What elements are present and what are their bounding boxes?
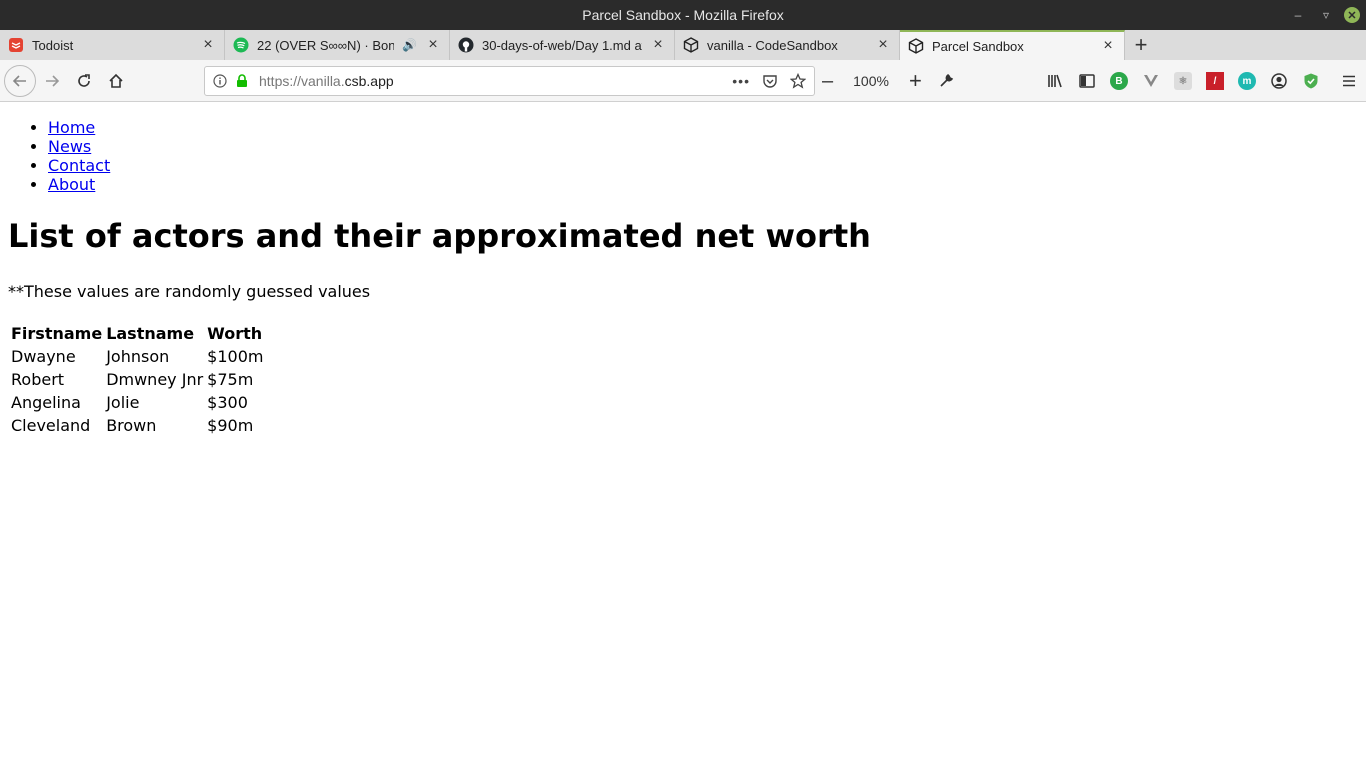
column-header-worth: Worth — [207, 324, 263, 343]
home-button[interactable] — [100, 65, 132, 97]
column-header-lastname: Lastname — [106, 324, 195, 343]
close-window-icon[interactable]: ✕ — [1344, 7, 1360, 23]
lock-icon — [237, 74, 247, 87]
nav-link-home[interactable]: Home — [48, 118, 95, 137]
extension-vue-icon[interactable] — [1142, 72, 1160, 90]
table-row: Dwayne Johnson $100m — [10, 346, 264, 367]
tab-title: Parcel Sandbox — [932, 38, 1024, 54]
url-text[interactable]: https://vanilla.csb.app — [259, 73, 732, 89]
tab-github[interactable]: 30-days-of-web/Day 1.md at master × — [450, 30, 675, 60]
nav-link-contact[interactable]: Contact — [48, 156, 110, 175]
wrench-icon[interactable] — [938, 73, 954, 89]
disclaimer-note: **These values are randomly guessed valu… — [8, 282, 371, 301]
cell-lastname: Jolie — [106, 393, 140, 412]
close-tab-icon[interactable]: × — [425, 37, 441, 53]
table-header-row: Firstname Lastname Worth — [10, 323, 264, 344]
cell-firstname: Angelina — [11, 393, 81, 412]
close-tab-icon[interactable]: × — [650, 37, 666, 53]
cell-firstname: Dwayne — [11, 347, 76, 366]
github-icon — [458, 37, 474, 53]
reload-button[interactable] — [68, 65, 100, 97]
tab-title: vanilla - CodeSandbox — [707, 37, 838, 53]
reload-icon — [78, 73, 90, 87]
cell-worth: $90m — [207, 416, 254, 435]
cell-worth: $300 — [207, 393, 248, 412]
tab-todoist[interactable]: Todoist × — [0, 30, 225, 60]
tab-spotify[interactable]: 22 (OVER S∞∞N) · Bon Iver 🔊 × — [225, 30, 450, 60]
window-controls: – ▿ ✕ — [1288, 5, 1360, 25]
zoom-in-icon[interactable]: + — [909, 68, 922, 94]
restore-icon[interactable]: ▿ — [1316, 5, 1336, 25]
table-row: Cleveland Brown $90m — [10, 415, 264, 436]
minimize-icon[interactable]: – — [1288, 5, 1308, 25]
toolbar-right: B ⚛ / m — [1046, 66, 1358, 96]
bookmark-star-icon[interactable] — [790, 73, 806, 89]
cell-worth: $100m — [207, 347, 264, 366]
home-icon — [109, 73, 123, 88]
window-title: Parcel Sandbox - Mozilla Firefox — [582, 7, 784, 23]
url-actions: ••• — [732, 73, 806, 89]
nav-item-about: About — [48, 175, 1358, 194]
nav-item-news: News — [48, 137, 1358, 156]
close-tab-icon[interactable]: × — [1100, 38, 1116, 54]
cell-lastname: Brown — [106, 416, 157, 435]
library-icon[interactable] — [1046, 72, 1064, 90]
page-heading: List of actors and their approximated ne… — [8, 217, 871, 255]
close-tab-icon[interactable]: × — [875, 37, 891, 53]
zoom-out-icon[interactable]: – — [822, 70, 833, 93]
cell-lastname: Dmwney Jnr — [106, 370, 204, 389]
url-bar[interactable]: https://vanilla.csb.app ••• — [204, 66, 815, 96]
extension-notes-icon[interactable]: / — [1206, 72, 1224, 90]
back-button[interactable] — [4, 64, 36, 97]
forward-button[interactable] — [36, 65, 68, 97]
new-tab-button[interactable]: + — [1125, 30, 1157, 60]
sidebar-icon[interactable] — [1078, 72, 1096, 90]
todoist-icon — [8, 37, 24, 53]
cell-worth: $75m — [207, 370, 254, 389]
speaker-icon[interactable]: 🔊 — [402, 38, 417, 52]
spotify-icon — [233, 37, 249, 53]
navigation-toolbar: https://vanilla.csb.app ••• – 100% + B ⚛… — [0, 60, 1366, 102]
forward-arrow-icon — [46, 74, 60, 87]
pocket-icon[interactable] — [762, 73, 778, 89]
info-icon[interactable] — [213, 74, 227, 88]
page-actions-icon[interactable]: ••• — [732, 73, 750, 89]
extension-m-icon[interactable]: m — [1238, 72, 1256, 90]
table-row: Robert Dmwney Jnr $75m — [10, 369, 264, 390]
window-titlebar: Parcel Sandbox - Mozilla Firefox – ▿ ✕ — [0, 0, 1366, 30]
tab-title: 30-days-of-web/Day 1.md at master — [482, 37, 642, 53]
actors-table: Firstname Lastname Worth Dwayne Johnson … — [8, 321, 266, 438]
tab-strip: Todoist × 22 (OVER S∞∞N) · Bon Iver 🔊 × … — [0, 30, 1366, 60]
tab-parcel-sandbox[interactable]: Parcel Sandbox × — [900, 30, 1125, 60]
menu-icon[interactable] — [1340, 72, 1358, 90]
extension-grammar-icon[interactable]: B — [1110, 72, 1128, 90]
nav-link-news[interactable]: News — [48, 137, 91, 156]
url-prefix: https://vanilla. — [259, 73, 345, 89]
tab-title: 22 (OVER S∞∞N) · Bon Iver — [257, 37, 395, 53]
close-tab-icon[interactable]: × — [200, 37, 216, 53]
tab-codesandbox[interactable]: vanilla - CodeSandbox × — [675, 30, 900, 60]
account-icon[interactable] — [1270, 72, 1288, 90]
cell-firstname: Cleveland — [11, 416, 91, 435]
back-arrow-icon — [12, 74, 26, 87]
zoom-level[interactable]: 100% — [853, 73, 889, 89]
extension-react-icon[interactable]: ⚛ — [1174, 72, 1192, 90]
url-host: csb.app — [344, 73, 394, 89]
shield-icon[interactable] — [1302, 72, 1320, 90]
nav-item-home: Home — [48, 118, 1358, 137]
cell-lastname: Johnson — [106, 347, 170, 366]
nav-link-about[interactable]: About — [48, 175, 95, 194]
tab-title: Todoist — [32, 37, 74, 53]
page-content: Home News Contact About List of actors a… — [0, 102, 1366, 768]
codesandbox-icon — [908, 38, 924, 54]
table-row: Angelina Jolie $300 — [10, 392, 264, 413]
nav-item-contact: Contact — [48, 156, 1358, 175]
cell-firstname: Robert — [11, 370, 65, 389]
column-header-firstname: Firstname — [11, 324, 103, 343]
codesandbox-icon — [683, 37, 699, 53]
site-nav: Home News Contact About — [48, 118, 1358, 194]
zoom-controls: – 100% + — [822, 66, 954, 96]
